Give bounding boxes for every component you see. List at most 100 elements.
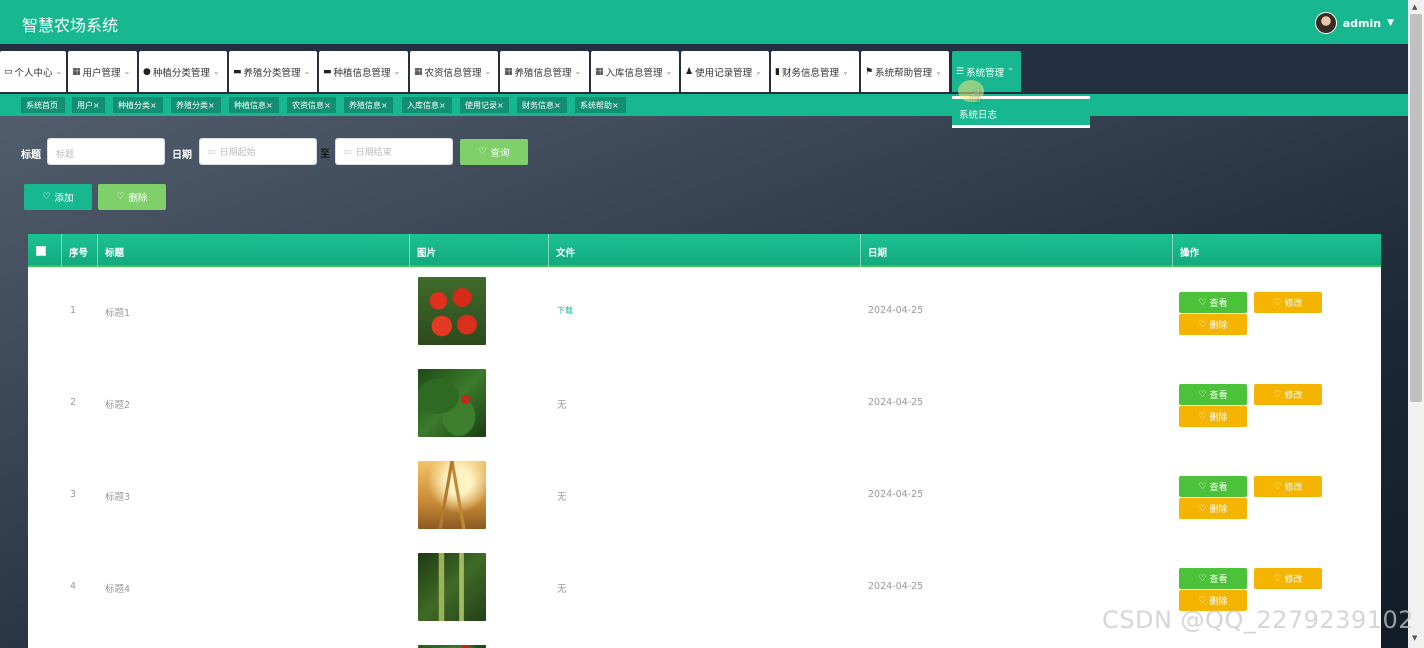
menu-item-label: 系统管理 bbox=[966, 67, 1005, 79]
view-button[interactable]: ♡ 查看 bbox=[1179, 568, 1247, 589]
tab-8[interactable]: 使用记录× bbox=[460, 97, 509, 113]
heart-icon: ♡ bbox=[1273, 573, 1282, 584]
row-file: 无 bbox=[557, 584, 567, 595]
row-date: 2024-04-25 bbox=[868, 489, 924, 500]
page-scrollbar[interactable]: ▲ ▼ bbox=[1408, 0, 1424, 648]
edit-button[interactable]: ♡ 修改 bbox=[1254, 568, 1322, 589]
delete-button[interactable]: ♡ 删除 bbox=[1179, 406, 1247, 427]
dropdown-item-system-log[interactable]: 系统日志 bbox=[959, 110, 997, 121]
tab-0[interactable]: 系统首页 bbox=[21, 97, 65, 113]
tab-label: 用户 bbox=[77, 101, 93, 110]
menu-item-0[interactable]: ▭ 个人中心 ⌄ bbox=[0, 51, 66, 92]
close-icon[interactable]: × bbox=[208, 101, 215, 110]
row-image[interactable] bbox=[418, 369, 486, 437]
tab-2[interactable]: 种植分类× bbox=[113, 97, 163, 113]
tab-3[interactable]: 养殖分类× bbox=[171, 97, 221, 113]
heart-icon: ♡ bbox=[1198, 595, 1207, 606]
button-label: 查看 bbox=[1209, 391, 1228, 401]
row-image[interactable] bbox=[418, 461, 486, 529]
chevron-down-icon: ⌄ bbox=[123, 67, 131, 76]
download-link[interactable]: 下载 bbox=[557, 305, 573, 316]
close-icon[interactable]: × bbox=[324, 101, 331, 110]
tab-label: 种植信息 bbox=[234, 101, 266, 110]
date-end-input[interactable]: ▭ 日期结束 bbox=[335, 138, 453, 165]
flag-icon: ⚑ bbox=[865, 66, 874, 77]
date-start-input[interactable]: ▭ 日期起始 bbox=[199, 138, 317, 165]
menu-item-label: 种植信息管理 bbox=[333, 67, 391, 79]
menu-item-label: 养殖信息管理 bbox=[514, 67, 572, 79]
button-label: 修改 bbox=[1284, 483, 1303, 493]
menu-item-10[interactable]: ⚑ 系统帮助管理 ⌄ bbox=[861, 51, 949, 92]
view-button[interactable]: ♡ 查看 bbox=[1179, 292, 1247, 313]
close-icon[interactable]: × bbox=[150, 101, 157, 110]
user-name[interactable]: admin bbox=[1343, 17, 1381, 30]
header-index[interactable]: 序号 bbox=[62, 234, 98, 267]
edit-button[interactable]: ♡ 修改 bbox=[1254, 292, 1322, 313]
close-icon[interactable]: × bbox=[497, 101, 504, 110]
close-icon[interactable]: × bbox=[439, 101, 446, 110]
menu-item-2[interactable]: ● 种植分类管理 ⌄ bbox=[139, 51, 227, 92]
caret-down-icon[interactable]: ▼ bbox=[1387, 18, 1394, 28]
tab-label: 系统首页 bbox=[26, 101, 58, 110]
menu-item-1[interactable]: ▦ 用户管理 ⌄ bbox=[68, 51, 137, 92]
close-icon[interactable]: × bbox=[93, 101, 100, 110]
select-all-checkbox[interactable] bbox=[36, 246, 46, 256]
scroll-thumb[interactable] bbox=[1410, 14, 1422, 402]
date-range-separator: 至 bbox=[320, 149, 330, 160]
menu-item-8[interactable]: ♟ 使用记录管理 ⌄ bbox=[681, 51, 769, 92]
scroll-down-icon[interactable]: ▼ bbox=[1412, 634, 1417, 642]
avatar[interactable] bbox=[1314, 12, 1337, 34]
user-menu[interactable]: admin ▼ bbox=[1314, 12, 1394, 34]
menu-item-3[interactable]: ▬ 养殖分类管理 ⌄ bbox=[229, 51, 317, 92]
calendar-icon: ▭ bbox=[208, 147, 216, 156]
edit-button[interactable]: ♡ 修改 bbox=[1254, 476, 1322, 497]
header-file[interactable]: 文件 bbox=[549, 234, 861, 267]
batch-delete-button[interactable]: ♡ 删除 bbox=[98, 184, 166, 210]
menu-item-7[interactable]: ▦ 入库信息管理 ⌄ bbox=[591, 51, 679, 92]
menu-item-9[interactable]: ▮ 财务信息管理 ⌄ bbox=[771, 51, 859, 92]
close-icon[interactable]: × bbox=[266, 101, 273, 110]
tab-4[interactable]: 种植信息× bbox=[229, 97, 279, 113]
menu-item-label: 入库信息管理 bbox=[605, 67, 663, 79]
tab-1[interactable]: 用户× bbox=[72, 97, 105, 113]
close-icon[interactable]: × bbox=[554, 101, 561, 110]
menu-item-4[interactable]: ▬ 种植信息管理 ⌄ bbox=[319, 51, 408, 92]
chevron-down-icon: ⌄ bbox=[393, 67, 401, 76]
menu-item-6[interactable]: ▦ 养殖信息管理 ⌄ bbox=[500, 51, 589, 92]
header-image[interactable]: 图片 bbox=[410, 234, 549, 267]
heart-icon: ♡ bbox=[1198, 481, 1207, 492]
view-button[interactable]: ♡ 查看 bbox=[1179, 476, 1247, 497]
tab-10[interactable]: 系统帮助× bbox=[575, 97, 626, 113]
header-date[interactable]: 日期 bbox=[861, 234, 1173, 267]
heart-icon: ♡ bbox=[42, 192, 51, 202]
add-button[interactable]: ♡ 添加 bbox=[24, 184, 92, 210]
edit-button[interactable]: ♡ 修改 bbox=[1254, 384, 1322, 405]
query-button[interactable]: ♡ 查询 bbox=[460, 139, 528, 165]
delete-button[interactable]: ♡ 删除 bbox=[1179, 498, 1247, 519]
tab-9[interactable]: 财务信息× bbox=[517, 97, 567, 113]
user-icon: ♟ bbox=[685, 66, 694, 77]
chevron-down-icon: ⌄ bbox=[665, 67, 673, 76]
tab-5[interactable]: 农资信息× bbox=[287, 97, 336, 113]
button-label: 查看 bbox=[1209, 575, 1228, 585]
tab-6[interactable]: 养殖信息× bbox=[344, 97, 393, 113]
tab-7[interactable]: 入库信息× bbox=[402, 97, 452, 113]
header-title[interactable]: 标题 bbox=[98, 234, 410, 267]
row-file: 无 bbox=[557, 400, 567, 411]
main-menu: ▭ 个人中心 ⌄ ▦ 用户管理 ⌄ ● 种植分类管理 ⌄ ▬ 养殖分类管理 ⌄ ▬ 种植信息管理 ⌄ ▦ 农资信… bbox=[0, 44, 1408, 94]
row-title: 标题1 bbox=[105, 308, 131, 319]
row-index: 3 bbox=[70, 489, 77, 500]
row-date: 2024-04-25 bbox=[868, 305, 924, 316]
view-button[interactable]: ♡ 查看 bbox=[1179, 384, 1247, 405]
scroll-up-icon[interactable]: ▲ bbox=[1412, 3, 1417, 11]
chevron-down-icon: ⌄ bbox=[935, 67, 942, 76]
row-image[interactable] bbox=[418, 553, 486, 621]
title-search-input[interactable] bbox=[47, 138, 165, 165]
row-image[interactable] bbox=[418, 277, 486, 345]
close-icon[interactable]: × bbox=[381, 101, 388, 110]
delete-button[interactable]: ♡ 删除 bbox=[1179, 314, 1247, 335]
id-card-icon: ▭ bbox=[4, 66, 13, 77]
heart-icon: ♡ bbox=[1273, 481, 1282, 492]
close-icon[interactable]: × bbox=[612, 101, 619, 110]
menu-item-5[interactable]: ▦ 农资信息管理 ⌄ bbox=[410, 51, 498, 92]
